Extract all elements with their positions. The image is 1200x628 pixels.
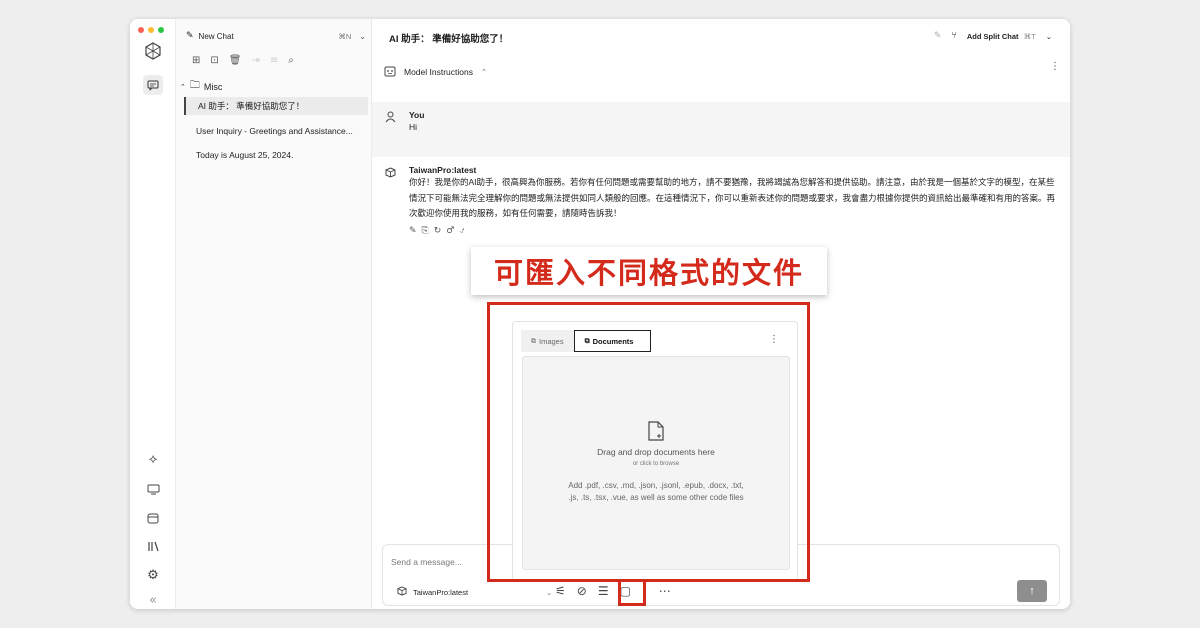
close-window-button[interactable]: [138, 27, 144, 33]
more-horizontal-icon[interactable]: ⋯: [659, 584, 671, 598]
split-chat-shortcut: ⌘T: [1023, 31, 1036, 41]
model-cube-icon: [397, 586, 407, 598]
add-split-chat-button[interactable]: Add Split Chat ⌘T: [967, 32, 1036, 41]
conversation-title: AI 助手： 準備好協助您了！: [198, 101, 305, 111]
branch-icon[interactable]: ⑂: [951, 31, 956, 41]
new-chat-shortcut: ⌘N: [338, 31, 352, 41]
conversation-panel: ✎ New Chat ⌘N ⌄ ⊞ ⊡ 🗑 ⇥ ≡ ⌕ ⌃ 🗀 Misc AI …: [176, 19, 372, 609]
minimize-window-button[interactable]: [148, 27, 154, 33]
new-chat-row[interactable]: ✎ New Chat ⌘N ⌄: [186, 29, 366, 43]
chat-title: AI 助手： 準備好協助您了！: [389, 34, 509, 45]
split-chat-label: Add Split Chat: [966, 31, 1019, 41]
annotation-callout: 可匯入不同格式的文件: [471, 247, 827, 295]
chat-icon[interactable]: [143, 75, 163, 95]
new-folder-icon[interactable]: ⊞: [192, 55, 200, 66]
settings-gear-icon[interactable]: ⚙: [143, 565, 163, 585]
app-logo-icon[interactable]: [143, 41, 163, 61]
message-text: Hi: [409, 122, 418, 132]
prompt-template-icon[interactable]: ☰: [598, 584, 609, 598]
thumbs-up-icon[interactable]: ♂: [446, 226, 454, 236]
user-icon: [385, 110, 396, 128]
search-icon[interactable]: ⌕: [288, 55, 294, 66]
chevron-up-icon: ⌃: [180, 82, 186, 91]
window-controls: [138, 27, 164, 33]
library-icon[interactable]: [143, 536, 163, 556]
message-author: TaiwanPro:latest: [409, 165, 477, 175]
robot-face-icon: [384, 65, 396, 79]
composer-tools: ⚟ ⊘ ☰ ▢ ⌇ ⋯: [555, 584, 671, 598]
thumbs-down-icon[interactable]: ⍻: [459, 226, 464, 236]
screen-share-icon[interactable]: [143, 479, 163, 499]
edit-icon[interactable]: ✎: [409, 226, 417, 236]
import-folder-icon[interactable]: ⊡: [210, 55, 218, 66]
web-search-off-icon[interactable]: ⊘: [577, 584, 587, 598]
chevron-down-icon: ⌄: [546, 587, 553, 597]
collapse-sidebar-icon[interactable]: «: [143, 590, 163, 609]
more-options-icon[interactable]: ⋮: [1050, 61, 1060, 72]
regenerate-icon[interactable]: ↻: [434, 226, 442, 236]
model-selector-label: TaiwanPro:latest: [413, 587, 469, 597]
message-author: You: [409, 110, 425, 120]
edit-title-icon[interactable]: ✎: [934, 31, 942, 41]
folder-icon: 🗀: [189, 80, 200, 91]
maximize-window-button[interactable]: [158, 27, 164, 33]
header-actions: ✎ ⑂ Add Split Chat ⌘T ⌄: [934, 31, 1052, 41]
message-input[interactable]: Send a message...: [391, 557, 462, 567]
model-cube-icon: [385, 165, 396, 183]
chevron-down-icon[interactable]: ⌄: [359, 32, 366, 41]
folder-misc[interactable]: ⌃ 🗀 Misc: [180, 78, 222, 95]
sliders-icon[interactable]: ⚟: [555, 584, 566, 598]
model-instructions-label: Model Instructions: [404, 67, 473, 77]
conversation-title: User Inquiry - Greetings and Assistance.…: [196, 126, 353, 136]
merge-icon[interactable]: ⇥: [251, 55, 259, 66]
list-filter-icon[interactable]: ≡: [270, 55, 278, 66]
edit-icon: ✎: [186, 31, 194, 41]
trash-icon[interactable]: 🗑: [229, 55, 242, 66]
message-text: 你好！我是你的AI助手，很高興為你服務。若你有任何問題或需要幫助的地方，請不要猶…: [409, 177, 1056, 218]
panel-toolbar: ⊞ ⊡ 🗑 ⇥ ≡ ⌕: [192, 55, 294, 66]
chevron-down-icon[interactable]: ⌄: [1046, 32, 1052, 41]
highlight-box: [487, 302, 810, 582]
conversation-title: Today is August 25, 2024.: [196, 150, 294, 160]
icon-rail: ⟡ ⚙ «: [130, 19, 176, 609]
conversation-item[interactable]: Today is August 25, 2024.: [184, 146, 368, 164]
arrow-up-icon: ↑: [1029, 585, 1035, 597]
send-button[interactable]: ↑: [1017, 580, 1047, 602]
copy-icon[interactable]: ⎘: [422, 226, 429, 236]
model-selector[interactable]: TaiwanPro:latest ⌄: [397, 586, 552, 598]
conversation-item[interactable]: User Inquiry - Greetings and Assistance.…: [184, 122, 368, 140]
party-popper-icon[interactable]: ⟡: [143, 449, 163, 469]
new-chat-label: New Chat: [198, 31, 234, 41]
model-instructions-toggle[interactable]: Model Instructions ⌃: [384, 65, 487, 79]
highlight-box: [618, 579, 646, 606]
message-actions: ✎ ⎘ ↻ ♂ ⍻: [409, 226, 1059, 236]
archive-icon[interactable]: [143, 508, 163, 528]
folder-label: Misc: [203, 81, 223, 92]
chevron-up-icon: ⌃: [480, 68, 487, 76]
conversation-item[interactable]: AI 助手： 準備好協助您了！: [184, 97, 368, 115]
user-message: You Hi: [372, 102, 1070, 157]
